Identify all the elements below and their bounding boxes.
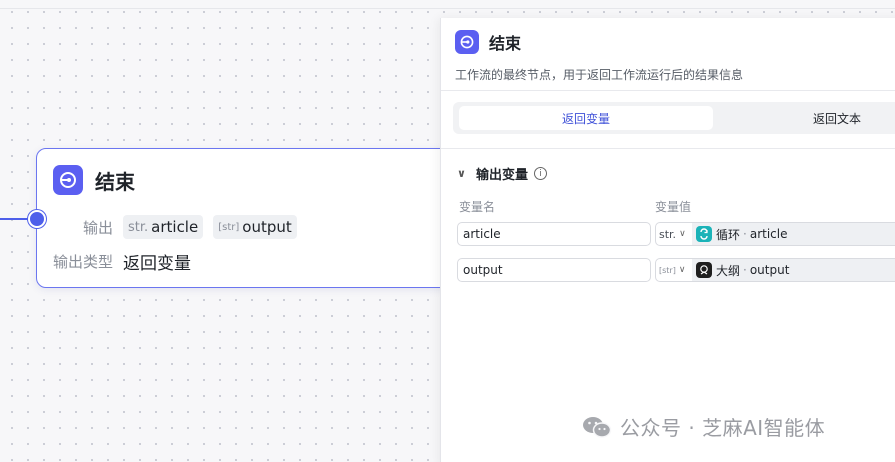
chevron-down-icon: ∨ [678,265,686,275]
type-prefix: str. [128,219,149,235]
type-prefix: [str] [218,221,240,233]
variable-reference[interactable]: 大纲 · output [692,258,895,282]
node-type-row: 输出类型 返回变量 [37,249,191,274]
output-name: article [151,218,199,236]
separator: · [743,227,747,241]
type-select[interactable]: str. ∨ [655,222,693,246]
divider [441,90,895,91]
variable-reference[interactable]: 循环 · article [692,222,895,246]
type-value: [str] [659,265,676,275]
reference-field: article [749,227,788,241]
output-variables-section[interactable]: ∨ 输出变量 i [457,164,547,183]
end-icon [455,30,479,54]
type-select[interactable]: [str] ∨ [655,258,693,282]
column-header-name: 变量名 [459,200,496,214]
node-title: 结束 [95,169,135,194]
divider [441,148,895,149]
input-handle[interactable] [28,210,46,228]
node-config-panel: 结束 工作流的最终节点，用于返回工作流运行后的结果信息 返回变量 返回文本 ∨ … [440,18,895,462]
edge-line [0,218,28,220]
output-tag-article: str. article [123,215,204,239]
reference-source: 大纲 [716,263,741,278]
node-outputs-row: 输出 str. article [str] output [37,215,297,239]
output-label: 输出 [82,218,113,237]
variable-name-input[interactable]: output [457,258,651,282]
panel-header: 结束 [455,30,521,54]
panel-title: 结束 [489,34,522,53]
variable-name-input[interactable]: article [457,222,651,246]
output-type-value: 返回变量 [123,254,191,274]
tab-return-variable[interactable]: 返回变量 [459,106,713,130]
mode-tabs: 返回变量 返回文本 [453,102,895,134]
chevron-down-icon[interactable]: ∨ [457,167,466,180]
variable-row: article str. ∨ 循环 · article [457,222,895,246]
chevron-down-icon: ∨ [679,229,686,239]
panel-description: 工作流的最终节点，用于返回工作流运行后的结果信息 [455,68,744,82]
end-node[interactable]: 结束 输出 str. article [str] output 输出类型 返回变… [36,148,466,288]
watermark: 公众号 · 芝麻AI智能体 [582,412,825,441]
tab-return-text[interactable]: 返回文本 [813,106,895,130]
section-title: 输出变量 [475,168,528,183]
outline-icon [696,262,712,278]
variable-row: output [str] ∨ 大纲 · output [457,258,895,282]
separator: · [743,263,747,277]
watermark-text: 公众号 · 芝麻AI智能体 [620,416,826,440]
output-tag-output: [str] output [213,215,297,239]
reference-source: 循环 [716,227,741,242]
info-icon[interactable]: i [533,167,547,180]
output-type-label: 输出类型 [52,253,113,271]
wechat-icon [583,416,612,438]
canvas-top-border [0,8,895,9]
end-icon [53,165,83,195]
type-value: str. [659,227,677,241]
loop-icon [696,226,712,242]
output-name: output [242,218,292,236]
column-header-value: 变量值 [655,200,692,214]
node-header: 结束 [53,165,135,195]
reference-field: output [749,263,790,277]
